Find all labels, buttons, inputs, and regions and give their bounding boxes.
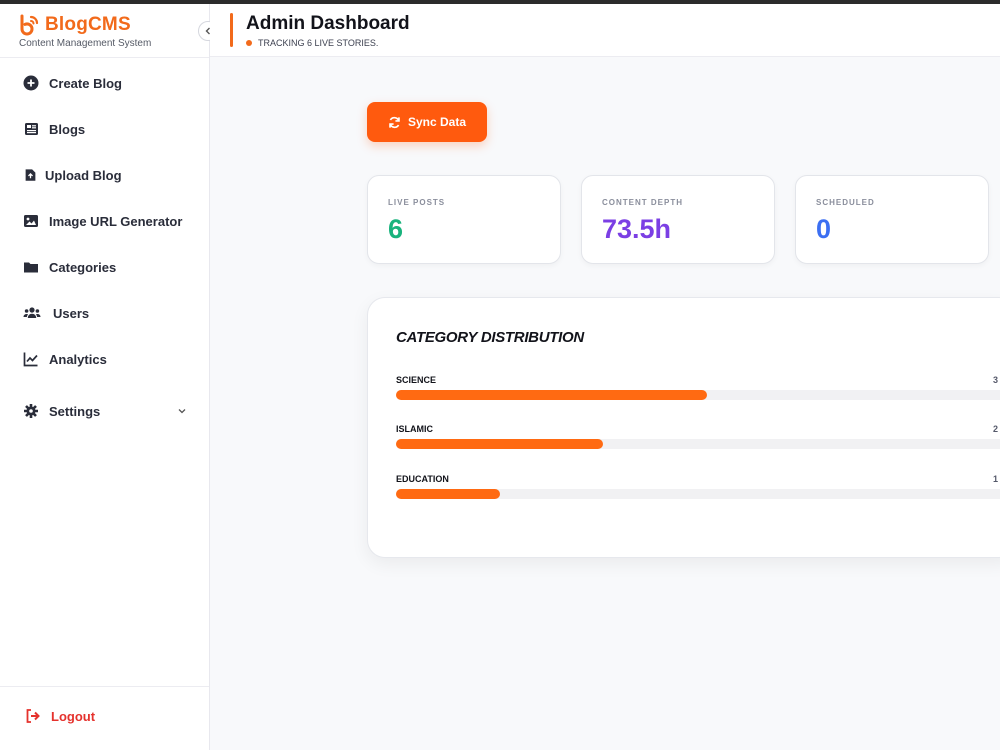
category-name: SCIENCE	[396, 375, 437, 385]
logout-button[interactable]: Logout	[25, 708, 95, 724]
sidebar-item-analytics[interactable]: Analytics	[0, 339, 209, 379]
sign-out-icon	[26, 709, 40, 723]
gear-icon	[24, 404, 38, 418]
newspaper-icon	[25, 123, 38, 135]
stat-value: 0	[816, 214, 832, 244]
sidebar-item-label: Blogs	[49, 121, 86, 137]
sidebar-item-label: Upload Blog	[45, 167, 122, 183]
sidebar: BlogCMS Content Management System Create…	[0, 4, 218, 750]
sync-label: Sync Data	[407, 115, 467, 129]
line-chart-icon	[23, 352, 38, 367]
card-title: CATEGORY DISTRIBUTION	[396, 329, 584, 346]
progress-track	[396, 489, 1000, 499]
brand-subtitle: Content Management System	[19, 38, 152, 49]
page-header: Admin Dashboard TRACKING 6 LIVE STORIES.	[210, 4, 1000, 57]
folder-icon	[24, 262, 38, 273]
file-upload-icon	[25, 169, 36, 181]
category-distribution-card: CATEGORY DISTRIBUTION SCIENCE 3 ISLAMIC …	[367, 297, 1000, 558]
sidebar-item-label: Analytics	[49, 351, 107, 367]
progress-fill	[396, 439, 604, 449]
stat-value: 73.5h	[602, 214, 672, 244]
stat-card-content-depth: CONTENT DEPTH 73.5h	[581, 175, 775, 264]
chevron-down-icon[interactable]	[177, 406, 187, 416]
stat-label: LIVE POSTS	[388, 198, 446, 207]
sidebar-item-image-url-generator[interactable]: Image URL Generator	[0, 201, 209, 241]
sync-data-button[interactable]: Sync Data	[367, 102, 487, 142]
progress-track	[396, 439, 1000, 449]
sidebar-item-label: Settings	[49, 403, 101, 419]
category-row-science: SCIENCE 3	[396, 375, 1000, 400]
stat-value: 6	[388, 214, 404, 244]
divider	[0, 57, 209, 58]
blogger-logo-icon	[20, 14, 39, 36]
sidebar-item-label: Image URL Generator	[49, 213, 183, 229]
logout-label: Logout	[51, 708, 96, 724]
sidebar-item-upload-blog[interactable]: Upload Blog	[0, 155, 209, 195]
image-icon	[24, 215, 38, 227]
sidebar-item-categories[interactable]: Categories	[0, 247, 209, 287]
page-title: Admin Dashboard	[246, 13, 410, 34]
progress-track	[396, 390, 1000, 400]
sidebar-item-label: Categories	[49, 259, 117, 275]
status-dot	[246, 40, 252, 46]
brand[interactable]: BlogCMS Content Management System	[19, 14, 151, 49]
stat-label: CONTENT DEPTH	[602, 198, 683, 207]
sidebar-item-blogs[interactable]: Blogs	[0, 109, 209, 149]
sidebar-item-label: Create Blog	[49, 75, 122, 91]
progress-fill	[396, 390, 707, 400]
subtitle-text: TRACKING 6 LIVE STORIES.	[258, 38, 379, 48]
stat-card-live-posts: LIVE POSTS 6	[367, 175, 561, 264]
category-count: 3	[993, 375, 999, 385]
stat-card-scheduled: SCHEDULED 0	[795, 175, 989, 264]
sidebar-item-label: Users	[53, 305, 90, 321]
brand-name: BlogCMS	[45, 14, 131, 35]
sidebar-item-create-blog[interactable]: Create Blog	[0, 63, 209, 103]
header-accent-bar	[230, 13, 233, 47]
sidebar-item-settings[interactable]: Settings	[0, 391, 209, 431]
sync-icon	[389, 116, 400, 128]
category-name: ISLAMIC	[396, 424, 433, 434]
category-count: 2	[993, 424, 999, 434]
category-count: 1	[993, 474, 999, 484]
stat-label: SCHEDULED	[816, 198, 875, 207]
divider	[0, 686, 209, 687]
page-subtitle: TRACKING 6 LIVE STORIES.	[246, 38, 378, 48]
users-icon	[23, 307, 41, 318]
sidebar-item-users[interactable]: Users	[0, 293, 209, 333]
category-row-islamic: ISLAMIC 2	[396, 424, 1000, 449]
category-name: EDUCATION	[396, 474, 449, 484]
plus-circle-icon	[23, 75, 39, 91]
progress-fill	[396, 489, 500, 499]
category-row-education: EDUCATION 1	[396, 474, 1000, 499]
